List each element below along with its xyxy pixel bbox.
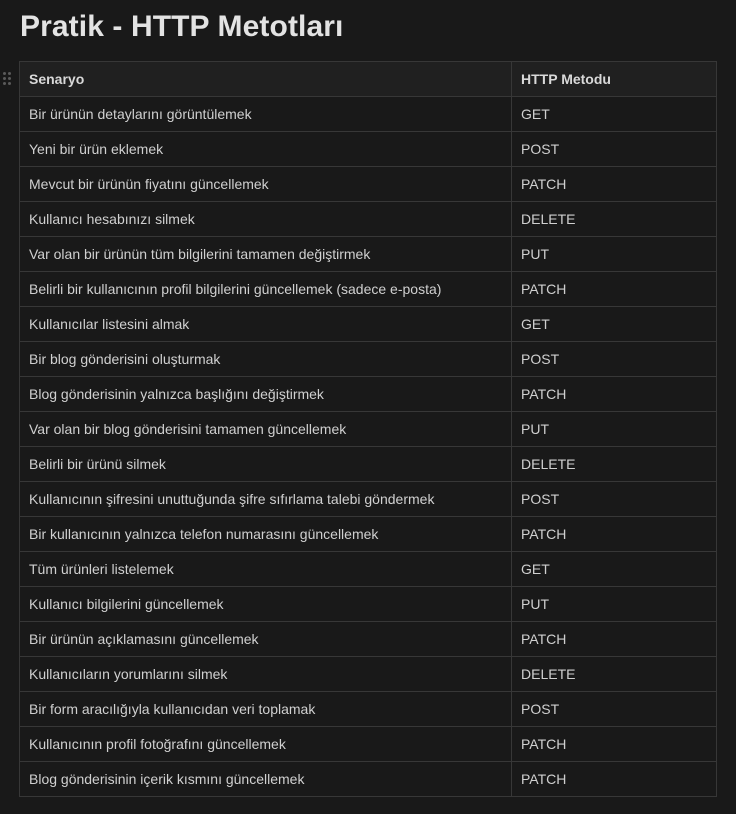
table-row: Tüm ürünleri listelemek GET	[19, 551, 717, 587]
table-row: Kullanıcının şifresini unuttuğunda şifre…	[19, 481, 717, 517]
table-row: Bir ürünün detaylarını görüntülemek GET	[19, 96, 717, 132]
table-row: Var olan bir ürünün tüm bilgilerini tama…	[19, 236, 717, 272]
scenario-cell[interactable]: Var olan bir blog gönderisini tamamen gü…	[19, 411, 512, 447]
scenario-cell[interactable]: Var olan bir ürünün tüm bilgilerini tama…	[19, 236, 512, 272]
scenario-cell[interactable]: Kullanıcının profil fotoğrafını güncelle…	[19, 726, 512, 762]
http-method-cell[interactable]: PATCH	[511, 376, 717, 412]
table-row: Belirli bir ürünü silmek DELETE	[19, 446, 717, 482]
scenario-cell[interactable]: Bir blog gönderisini oluşturmak	[19, 341, 512, 377]
table-row: Var olan bir blog gönderisini tamamen gü…	[19, 411, 717, 447]
scenario-cell[interactable]: Yeni bir ürün eklemek	[19, 131, 512, 167]
http-methods-table: Senaryo HTTP Metodu Bir ürünün detayları…	[19, 61, 717, 797]
table-row: Kullanıcı hesabınızı silmek DELETE	[19, 201, 717, 237]
http-method-cell[interactable]: GET	[511, 551, 717, 587]
scenario-cell[interactable]: Blog gönderisinin içerik kısmını güncell…	[19, 761, 512, 797]
column-header-senaryo[interactable]: Senaryo	[19, 61, 512, 97]
http-method-cell[interactable]: PATCH	[511, 726, 717, 762]
table-header-row: Senaryo HTTP Metodu	[19, 61, 717, 97]
http-method-cell[interactable]: DELETE	[511, 446, 717, 482]
table-row: Mevcut bir ürünün fiyatını güncellemek PA…	[19, 166, 717, 202]
scenario-cell[interactable]: Blog gönderisinin yalnızca başlığını değ…	[19, 376, 512, 412]
scenario-cell[interactable]: Belirli bir ürünü silmek	[19, 446, 512, 482]
http-method-cell[interactable]: GET	[511, 306, 717, 342]
table-row: Bir blog gönderisini oluşturmak POST	[19, 341, 717, 377]
table-row: Yeni bir ürün eklemek POST	[19, 131, 717, 167]
http-method-cell[interactable]: PATCH	[511, 271, 717, 307]
scenario-cell[interactable]: Bir form aracılığıyla kullanıcıdan veri …	[19, 691, 512, 727]
scenario-cell[interactable]: Kullanıcının şifresini unuttuğunda şifre…	[19, 481, 512, 517]
drag-handle-icon[interactable]	[3, 72, 13, 86]
http-method-cell[interactable]: POST	[511, 341, 717, 377]
http-method-cell[interactable]: GET	[511, 96, 717, 132]
table-row: Kullanıcı bilgilerini güncellemek PUT	[19, 586, 717, 622]
scenario-cell[interactable]: Bir ürünün açıklamasını güncellemek	[19, 621, 512, 657]
http-method-cell[interactable]: DELETE	[511, 201, 717, 237]
scenario-cell[interactable]: Kullanıcı hesabınızı silmek	[19, 201, 512, 237]
scenario-cell[interactable]: Kullanıcıların yorumlarını silmek	[19, 656, 512, 692]
table-row: Blog gönderisinin yalnızca başlığını değ…	[19, 376, 717, 412]
table-row: Bir ürünün açıklamasını güncellemek PATCH	[19, 621, 717, 657]
http-method-cell[interactable]: DELETE	[511, 656, 717, 692]
scenario-cell[interactable]: Bir ürünün detaylarını görüntülemek	[19, 96, 512, 132]
http-method-cell[interactable]: POST	[511, 131, 717, 167]
table-row: Blog gönderisinin içerik kısmını güncell…	[19, 761, 717, 797]
table-row: Bir form aracılığıyla kullanıcıdan veri …	[19, 691, 717, 727]
scenario-cell[interactable]: Mevcut bir ürünün fiyatını güncellemek	[19, 166, 512, 202]
http-method-cell[interactable]: PATCH	[511, 621, 717, 657]
table-row: Bir kullanıcının yalnızca telefon numara…	[19, 516, 717, 552]
http-method-cell[interactable]: PATCH	[511, 761, 717, 797]
http-method-cell[interactable]: PATCH	[511, 166, 717, 202]
scenario-cell[interactable]: Kullanıcılar listesini almak	[19, 306, 512, 342]
page-title: Pratik - HTTP Metotları	[20, 10, 344, 43]
http-method-cell[interactable]: POST	[511, 691, 717, 727]
column-header-http-metodu[interactable]: HTTP Metodu	[511, 61, 717, 97]
table-row: Kullanıcılar listesini almak GET	[19, 306, 717, 342]
http-method-cell[interactable]: POST	[511, 481, 717, 517]
scenario-cell[interactable]: Tüm ürünleri listelemek	[19, 551, 512, 587]
table-row: Belirli bir kullanıcının profil bilgiler…	[19, 271, 717, 307]
table-row: Kullanıcının profil fotoğrafını güncelle…	[19, 726, 717, 762]
scenario-cell[interactable]: Kullanıcı bilgilerini güncellemek	[19, 586, 512, 622]
table-body: Bir ürünün detaylarını görüntülemek GET Ye…	[19, 96, 717, 797]
http-methods-table-container: Senaryo HTTP Metodu Bir ürünün detayları…	[19, 61, 717, 797]
table-row: Kullanıcıların yorumlarını silmek DELETE	[19, 656, 717, 692]
http-method-cell[interactable]: PATCH	[511, 516, 717, 552]
scenario-cell[interactable]: Belirli bir kullanıcının profil bilgiler…	[19, 271, 512, 307]
http-method-cell[interactable]: PUT	[511, 236, 717, 272]
scenario-cell[interactable]: Bir kullanıcının yalnızca telefon numara…	[19, 516, 512, 552]
http-method-cell[interactable]: PUT	[511, 411, 717, 447]
http-method-cell[interactable]: PUT	[511, 586, 717, 622]
table-header: Senaryo HTTP Metodu	[19, 61, 717, 97]
